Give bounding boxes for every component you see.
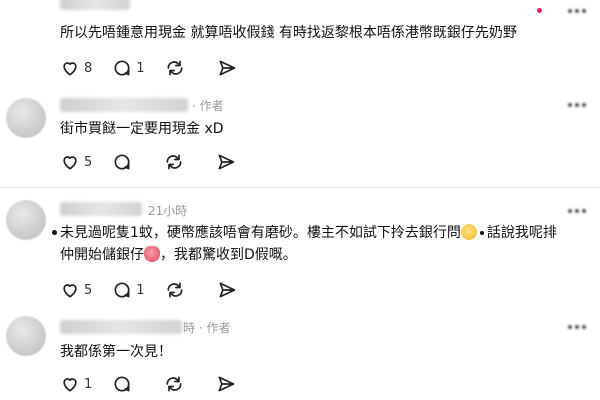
more-dots-icon[interactable] [566,4,588,18]
heart-icon [63,378,77,392]
heart-icon [63,62,77,76]
send-icon [219,60,235,76]
reply-button[interactable]: 1 [112,58,145,78]
bullet-marker [52,230,57,235]
more-dots-icon[interactable] [566,98,588,112]
like-count: 5 [84,282,93,298]
post-text-line1-a: 未見過呢隻1蚊，硬幣應該唔會有磨砂。樓主不如試下拎去銀行問 [60,225,461,241]
heart-icon [63,284,77,298]
post-text: 所以先唔鍾意用現金 就算唔收假錢 有時找返黎根本唔係港幣既銀仔先奶野 [60,25,517,41]
post-text: 我都係第一次見！ [60,344,172,360]
like-count: 5 [84,154,93,170]
repost-icon [166,154,182,170]
bullet-separator [479,231,484,235]
like-button[interactable]: 5 [60,280,92,300]
comment-post: 21小時 未見過呢隻1蚊，硬幣應該唔會有磨砂。樓主不如試下拎去銀行問 話說我呢排 … [0,188,600,308]
share-button[interactable] [216,152,248,172]
send-icon [219,282,235,298]
share-button[interactable] [217,58,249,78]
post-text-line2-b: ，我都驚收到D假嘅。 [160,247,297,263]
username-blurred[interactable] [60,98,188,112]
post-actions: 1 [60,374,268,394]
heart-icon [63,156,77,170]
reply-count: 1 [136,282,145,298]
post-meta: · 作者 [192,99,224,113]
repost-icon [167,60,183,76]
reply-button[interactable] [112,374,144,394]
post-meta: 時 · 作者 [183,321,231,335]
reply-post: 時 · 作者 我都係第一次見！ 1 [0,308,600,400]
username-blurred[interactable] [60,320,182,334]
post-text: 街市買餸一定要用現金 xD [60,121,224,137]
repost-button[interactable] [165,58,197,78]
avatar[interactable] [6,316,46,356]
repost-button[interactable] [165,280,197,300]
embarrassed-face-emoji [144,246,160,262]
username-blurred[interactable] [60,202,142,216]
speech-bubble-icon [114,376,130,392]
speech-bubble-icon [114,60,130,76]
username-blurred[interactable] [60,0,130,10]
repost-icon [166,376,182,392]
reply-button[interactable] [112,152,144,172]
repost-button[interactable] [164,152,196,172]
more-dots-icon[interactable] [566,204,588,218]
share-button[interactable] [217,280,249,300]
like-button[interactable]: 1 [60,374,92,394]
post-text-line2-a: 仲開始儲銀仔 [60,247,144,263]
like-count: 8 [84,60,93,76]
like-count: 1 [84,376,93,392]
speech-bubble-icon [114,282,130,298]
more-dots-icon[interactable] [566,320,588,334]
speech-bubble-icon [114,154,130,170]
reply-post: · 作者 街市買餸一定要用現金 xD 5 [0,86,600,186]
post-actions: 8 1 [60,58,269,78]
post-actions: 5 1 [60,280,269,300]
send-icon [218,154,235,170]
reply-button[interactable]: 1 [112,280,145,300]
avatar[interactable] [6,98,46,138]
repost-icon [167,282,183,298]
thinking-face-emoji [460,224,477,240]
post-text: 未見過呢隻1蚊，硬幣應該唔會有磨砂。樓主不如試下拎去銀行問 話說我呢排 仲開始儲銀… [60,222,570,266]
share-button[interactable] [216,374,248,394]
reply-count: 1 [136,60,145,76]
reply-post: 所以先唔鍾意用現金 就算唔收假錢 有時找返黎根本唔係港幣既銀仔先奶野 8 1 [0,0,600,86]
post-meta: 21小時 [148,204,188,218]
repost-button[interactable] [164,374,196,394]
send-icon [218,376,235,392]
notification-dot [537,8,542,13]
post-actions: 5 [60,152,268,172]
avatar[interactable] [6,200,46,240]
like-button[interactable]: 8 [60,58,92,78]
like-button[interactable]: 5 [60,152,92,172]
post-text-line1-b: 話說我呢排 [486,225,557,241]
